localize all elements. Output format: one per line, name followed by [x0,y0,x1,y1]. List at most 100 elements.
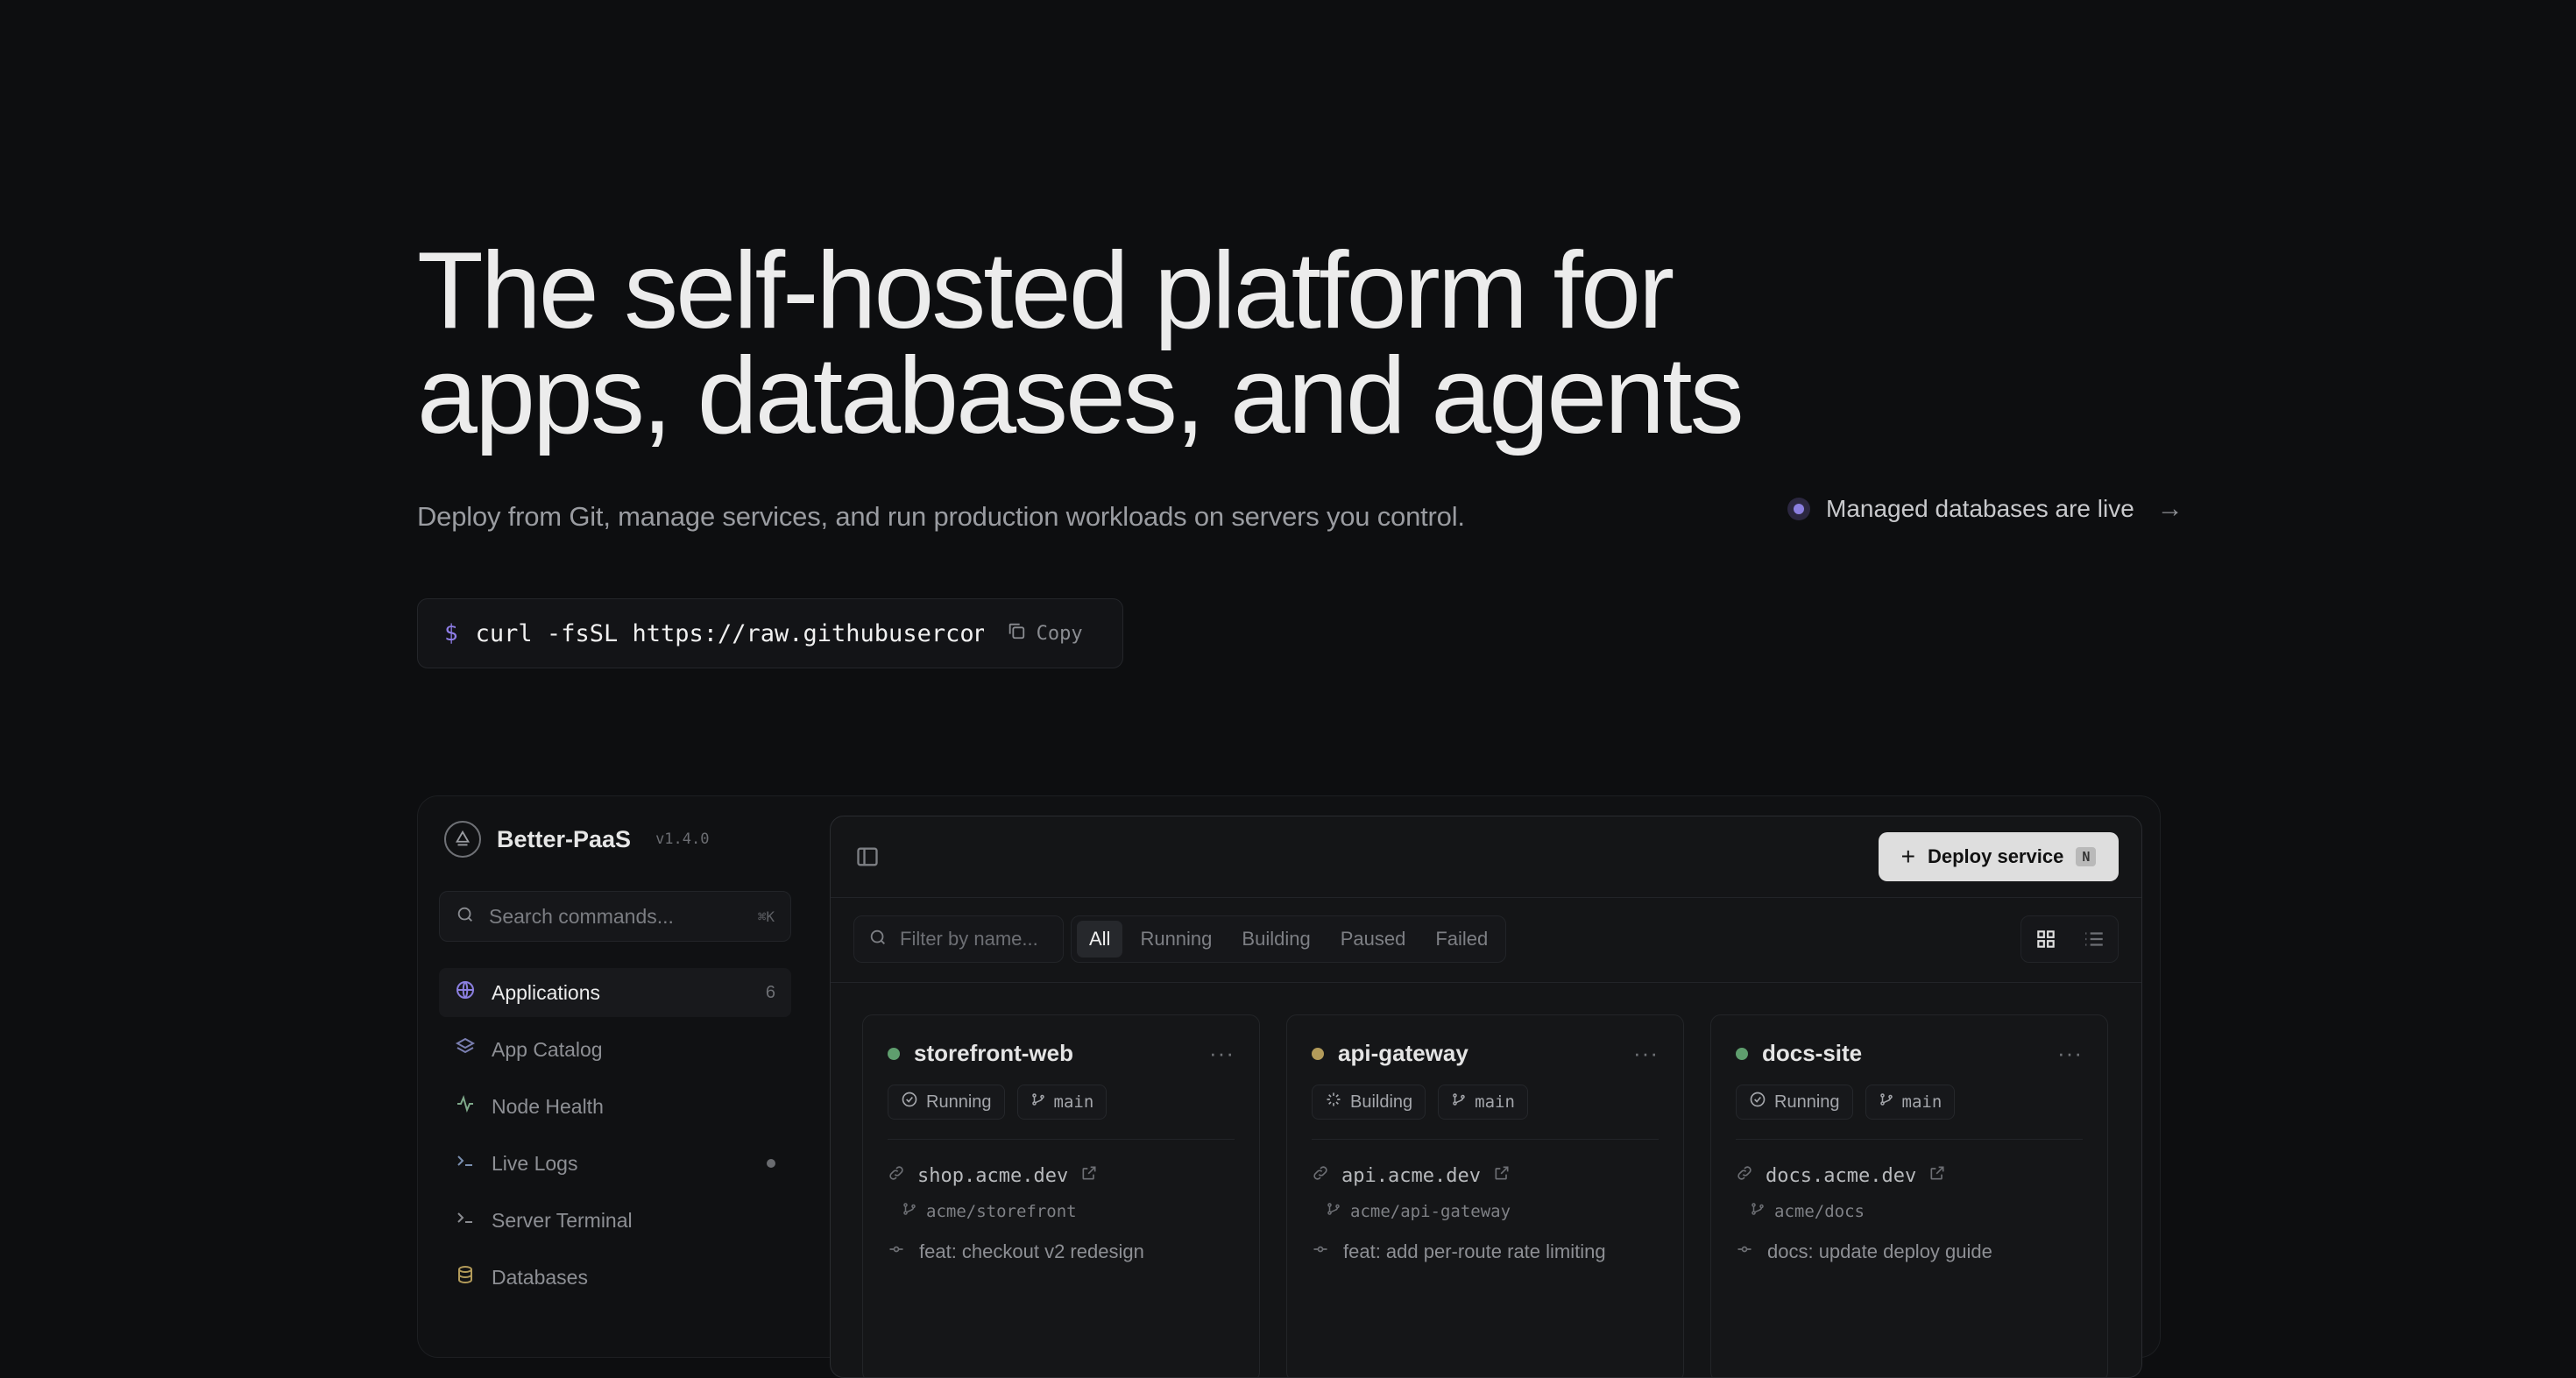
headline-line-1: The self-hosted platform for [417,230,1674,351]
install-command-text: curl -fsSL https://raw.githubuserconten [475,619,984,647]
url-text: shop.acme.dev [917,1164,1069,1187]
external-link-icon [1493,1164,1511,1187]
git-branch-icon [1750,1201,1766,1221]
service-cards: storefront-web ··· Running main shop.acm… [862,1014,2108,1377]
sidebar-item-server-terminal[interactable]: Server Terminal [439,1196,791,1245]
status-dot [1312,1047,1324,1060]
tab-running[interactable]: Running [1128,921,1224,958]
terminal-icon [455,1150,476,1177]
service-card[interactable]: docs-site ··· Running main docs.acme.dev… [1710,1014,2108,1377]
repo-label: acme/api-gateway [1326,1201,1511,1221]
status-tabs: All Running Building Paused Failed [1071,915,1507,963]
page-title: The self-hosted platform for apps, datab… [417,230,2169,450]
hero-subtitle: Deploy from Git, manage services, and ru… [417,501,1465,532]
globe-icon [455,979,476,1006]
branch-label: main [1475,1092,1515,1112]
sidebar-item-app-catalog[interactable]: App Catalog [439,1025,791,1074]
last-commit: docs: update deploy guide [1736,1240,2083,1263]
sidebar-item-label: Databases [492,1265,588,1289]
url-text: docs.acme.dev [1766,1164,1917,1187]
service-card[interactable]: storefront-web ··· Running main shop.acm… [862,1014,1260,1377]
service-card[interactable]: api-gateway ··· Building main api.acme.d… [1286,1014,1684,1377]
git-commit-icon [1736,1240,1753,1263]
branch-badge: main [1438,1085,1528,1120]
more-icon[interactable]: ··· [1633,1040,1659,1067]
live-indicator [767,1159,775,1168]
more-icon[interactable]: ··· [2057,1040,2083,1067]
service-url[interactable]: shop.acme.dev [888,1164,1235,1187]
announcement-link[interactable]: Managed databases are live → [1787,494,2183,524]
tab-failed[interactable]: Failed [1423,921,1500,958]
tab-building[interactable]: Building [1229,921,1322,958]
hero: The self-hosted platform for apps, datab… [417,230,2169,450]
external-link-icon [1928,1164,1946,1187]
commit-message: feat: checkout v2 redesign [919,1240,1144,1262]
service-url[interactable]: docs.acme.dev [1736,1164,2083,1187]
status-badge: Running [888,1085,1005,1120]
check-circle-icon [901,1091,918,1113]
panel-toolbar: + Deploy service N [831,816,2141,898]
list-view-icon[interactable] [2083,928,2105,950]
deploy-label: Deploy service [1928,845,2064,867]
grid-view-icon[interactable] [2035,928,2057,950]
repo-text: acme/api-gateway [1350,1201,1511,1221]
status-dot [888,1047,900,1060]
status-badge: Running [1736,1085,1853,1120]
announcement-text: Managed databases are live [1826,495,2134,522]
commit-message: feat: add per-route rate limiting [1343,1240,1606,1262]
sidebar-item-label: Applications [492,980,601,1004]
sidebar-item-node-health[interactable]: Node Health [439,1082,791,1131]
sidebar-item-label: Node Health [492,1094,604,1118]
copy-icon [1007,621,1026,646]
copy-button[interactable]: Copy [1007,621,1083,646]
tab-all[interactable]: All [1077,921,1123,958]
deploy-service-button[interactable]: + Deploy service N [1879,832,2119,881]
service-name: api-gateway [1338,1040,1468,1066]
git-commit-icon [888,1240,905,1263]
services-panel: + Deploy service N Filter by name... All… [830,816,2142,1378]
link-icon [888,1164,905,1187]
search-icon [456,905,475,929]
search-shortcut: ⌘K [757,908,775,925]
service-url[interactable]: api.acme.dev [1312,1164,1659,1187]
sidebar-item-label: Server Terminal [492,1208,633,1232]
more-icon[interactable]: ··· [1209,1040,1235,1067]
plus-icon: + [1900,843,1915,870]
sidebar-nav: Applications 6 App Catalog Node Health L… [439,968,791,1310]
branch-label: main [1901,1092,1943,1112]
activity-icon [455,1093,476,1120]
url-text: api.acme.dev [1341,1164,1481,1187]
copy-label: Copy [1036,622,1083,645]
repo-label: acme/docs [1750,1201,1865,1221]
git-branch-icon [1879,1092,1894,1113]
sidebar-item-label: Live Logs [492,1151,578,1175]
view-toggle [2020,915,2119,963]
sidebar-item-databases[interactable]: Databases [439,1253,791,1302]
filter-bar: Filter by name... All Running Building P… [831,898,2141,983]
tab-paused[interactable]: Paused [1328,921,1419,958]
search-input[interactable]: Search commands... [489,905,744,929]
git-branch-icon [1326,1201,1341,1221]
version-badge: v1.4.0 [655,830,710,848]
brand: Better-PaaS v1.4.0 [444,821,709,858]
command-search[interactable]: Search commands... ⌘K [439,891,791,942]
status-label: Running [926,1092,992,1112]
prompt-symbol: $ [444,620,458,647]
shortcut-key: N [2076,847,2097,866]
sidebar-item-live-logs[interactable]: Live Logs [439,1139,791,1188]
git-branch-icon [1451,1092,1467,1113]
brand-name: Better-PaaS [497,825,632,852]
filter-input[interactable]: Filter by name... [853,915,1064,963]
repo-label: acme/storefront [902,1201,1077,1221]
git-branch-icon [902,1201,917,1221]
link-icon [1312,1164,1329,1187]
install-command: $ curl -fsSL https://raw.githubuserconte… [417,598,1123,668]
sidebar-item-applications[interactable]: Applications 6 [439,968,791,1017]
link-icon [1736,1164,1753,1187]
last-commit: feat: add per-route rate limiting [1312,1240,1659,1263]
status-dot-icon [1787,498,1810,520]
sidebar-toggle-icon[interactable] [855,844,880,873]
repo-text: acme/docs [1774,1201,1865,1221]
applications-count: 6 [765,982,775,1002]
branch-badge: main [1016,1085,1108,1120]
